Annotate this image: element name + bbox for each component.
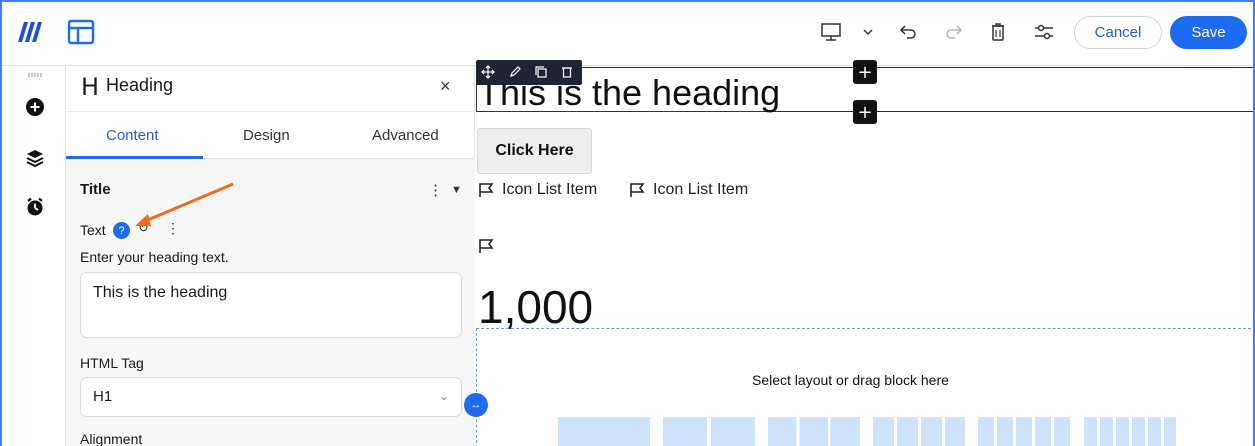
move-icon[interactable] bbox=[481, 65, 495, 79]
help-icon[interactable]: ? bbox=[113, 222, 130, 239]
layout-option-3col[interactable] bbox=[768, 417, 860, 446]
text-hint: Enter your heading text. bbox=[80, 249, 229, 265]
save-button[interactable]: Save bbox=[1170, 16, 1247, 49]
tab-design[interactable]: Design bbox=[243, 127, 290, 144]
top-toolbar: Cancel Save bbox=[0, 0, 1255, 66]
section-more-icon[interactable]: ⋮ bbox=[428, 181, 443, 199]
layout-option-4col[interactable] bbox=[873, 417, 965, 446]
add-element-icon[interactable] bbox=[25, 97, 45, 117]
delete-icon[interactable] bbox=[560, 65, 574, 79]
brand-logo-icon[interactable] bbox=[17, 21, 43, 43]
alignment-label: Alignment bbox=[80, 431, 143, 446]
icon-list-item[interactable]: Icon List Item bbox=[478, 181, 597, 199]
flag-icon bbox=[630, 183, 645, 197]
settings-sliders-icon[interactable] bbox=[1033, 21, 1055, 43]
desktop-device-icon[interactable] bbox=[820, 21, 842, 43]
layout-icon[interactable] bbox=[67, 19, 95, 45]
tab-content[interactable]: Content bbox=[106, 127, 159, 144]
icon-list-item-label: Icon List Item bbox=[502, 181, 598, 198]
close-icon[interactable]: × bbox=[440, 76, 451, 97]
flag-icon bbox=[479, 183, 494, 197]
html-tag-label: HTML Tag bbox=[80, 355, 144, 371]
layout-option-2col[interactable] bbox=[663, 417, 755, 446]
trash-icon[interactable] bbox=[989, 21, 1007, 43]
flag-icon[interactable] bbox=[478, 238, 494, 254]
layers-icon[interactable] bbox=[25, 148, 45, 168]
edit-pencil-icon[interactable] bbox=[508, 65, 522, 79]
redo-icon[interactable] bbox=[944, 21, 964, 43]
html-tag-value: H1 bbox=[93, 388, 113, 405]
reset-icon[interactable]: ↻ bbox=[138, 221, 149, 236]
heading-widget-icon: H bbox=[81, 73, 100, 101]
section-collapse-icon[interactable]: ▼ bbox=[451, 184, 462, 196]
counter-value[interactable]: 1,000 bbox=[478, 280, 593, 334]
layout-option-6col[interactable] bbox=[1084, 417, 1176, 446]
tab-advanced[interactable]: Advanced bbox=[372, 127, 439, 144]
layout-option-1col[interactable] bbox=[558, 417, 650, 446]
chevron-down-icon[interactable] bbox=[862, 21, 874, 43]
panel-header: H Heading × bbox=[66, 66, 475, 112]
panel-tabs: Content Design Advanced bbox=[66, 112, 475, 159]
history-clock-icon[interactable] bbox=[25, 197, 45, 217]
icon-list-item[interactable]: Icon List Item bbox=[629, 181, 748, 199]
layout-option-5col[interactable] bbox=[978, 417, 1070, 446]
icon-list-item-label: Icon List Item bbox=[653, 181, 749, 198]
text-field-label: Text bbox=[80, 222, 106, 238]
dropzone-hint: Select layout or drag block here bbox=[752, 372, 949, 388]
section-title: Title bbox=[80, 181, 111, 198]
panel-title: Heading bbox=[106, 75, 174, 95]
add-below-icon[interactable]: + bbox=[853, 100, 877, 124]
panel-resize-icon[interactable]: ↔ bbox=[464, 393, 488, 417]
add-above-icon[interactable]: + bbox=[853, 60, 877, 84]
grip-icon[interactable] bbox=[28, 73, 42, 77]
chevron-down-icon: ⌄ bbox=[438, 389, 449, 403]
duplicate-icon[interactable] bbox=[534, 65, 548, 79]
html-tag-select[interactable]: H1 ⌄ bbox=[80, 377, 462, 417]
canvas-button[interactable]: Click Here bbox=[477, 128, 592, 174]
element-toolbar bbox=[476, 60, 582, 85]
cancel-button[interactable]: Cancel bbox=[1074, 16, 1162, 49]
text-more-icon[interactable]: ⋮ bbox=[166, 220, 180, 237]
undo-icon[interactable] bbox=[898, 21, 918, 43]
left-rail bbox=[2, 66, 66, 446]
heading-text-input[interactable]: This is the heading bbox=[80, 272, 462, 338]
